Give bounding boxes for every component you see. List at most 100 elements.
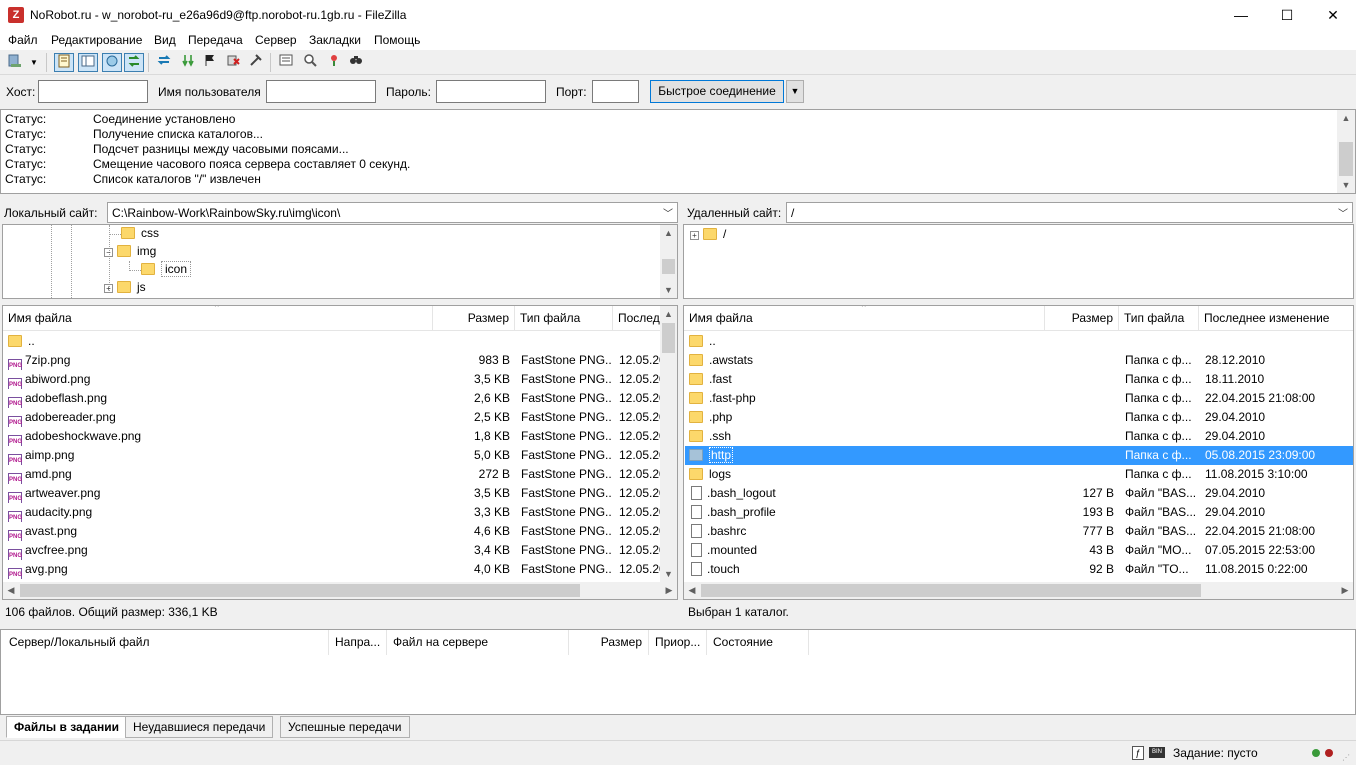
column-modified[interactable]: Послед xyxy=(613,306,660,331)
file-row[interactable]: .bashrc 777 B Файл "BAS... 22.04.2015 21:08… xyxy=(685,522,1353,541)
site-manager-icon[interactable] xyxy=(5,53,25,72)
menu-bookmarks[interactable]: Закладки xyxy=(309,33,361,47)
file-row[interactable]: logs Папка с ф... 11.08.2015 3:10:00 xyxy=(685,465,1353,484)
tab-failed-transfers[interactable]: Неудавшиеся передачи xyxy=(125,716,274,738)
file-row[interactable]: PNGamd.png 272 B FastStone PNG... 12.05.20 xyxy=(4,465,660,484)
column-filetype[interactable]: Тип файла xyxy=(1119,306,1199,331)
tree-item-root[interactable]: + / xyxy=(690,227,726,245)
file-row[interactable]: .php Папка с ф... 29.04.2010 xyxy=(685,408,1353,427)
local-tree-scrollbar[interactable]: ▲ ▼ xyxy=(660,225,677,298)
file-size xyxy=(1046,408,1114,427)
tree-item-icon[interactable]: icon xyxy=(141,261,192,280)
collapse-icon[interactable]: − xyxy=(104,248,113,257)
file-modified: 22.04.2015 21:08:00 xyxy=(1205,391,1316,405)
file-row[interactable]: PNG aimp.png 5,0 KB FastStone PNG... 12.05.2… xyxy=(4,446,660,465)
queue-column-direction[interactable]: Напра... xyxy=(329,630,387,655)
tree-item-css[interactable]: css xyxy=(121,226,159,244)
reconnect-icon[interactable] xyxy=(246,53,266,72)
toggle-local-tree-icon[interactable] xyxy=(78,53,98,72)
file-row[interactable]: PNG adobeshockwave.png 1,8 KB FastStone PNG… xyxy=(4,427,660,446)
file-row[interactable]: .awstats Папка с ф... 28.12.2010 xyxy=(685,351,1353,370)
directory-listing-filters-icon[interactable] xyxy=(276,53,296,72)
queue-column-local-file[interactable]: Сервер/Локальный файл xyxy=(3,630,329,655)
column-size[interactable]: Размер xyxy=(1045,306,1119,331)
directory-comparison-icon[interactable] xyxy=(300,53,320,72)
column-size[interactable]: Размер xyxy=(433,306,515,331)
search-remote-files-icon[interactable] xyxy=(346,53,366,72)
toggle-remote-tree-icon[interactable] xyxy=(102,53,122,72)
file-row[interactable]: .fast-php Папка с ф... 22.04.2015 21:08:00 xyxy=(685,389,1353,408)
cancel-operation-icon[interactable] xyxy=(200,53,220,72)
column-modified[interactable]: Последнее изменение xyxy=(1199,306,1353,331)
queue-column-remote-file[interactable]: Файл на сервере xyxy=(387,630,569,655)
file-row[interactable]: .bash_profile 193 B Файл "BAS... 29.04.2010 xyxy=(685,503,1353,522)
log-row: Статус: Смещение часового пояса сервера с… xyxy=(5,157,411,171)
resize-grip-icon[interactable]: ⋰ xyxy=(1342,753,1352,763)
queue-column-status[interactable]: Состояние xyxy=(707,630,809,655)
disconnect-icon[interactable] xyxy=(223,53,243,72)
menu-server[interactable]: Сервер xyxy=(255,33,297,47)
local-list-hscrollbar[interactable]: ◀ ▶ xyxy=(3,582,677,599)
remote-path-combobox[interactable]: / ﹀ xyxy=(786,202,1353,223)
file-row[interactable]: PNG avast.png 4,6 KB FastStone PNG... 12.05.… xyxy=(4,522,660,541)
expand-icon[interactable]: + xyxy=(104,284,113,293)
file-row[interactable]: PNGavg.png 4,0 KB FastStone PNG... 12.05.20 xyxy=(4,560,660,579)
process-queue-icon[interactable] xyxy=(178,53,198,72)
file-row[interactable]: .bash_logout 127 B Файл "BAS... 29.04.2010 xyxy=(685,484,1353,503)
toggle-message-log-icon[interactable] xyxy=(54,53,74,72)
tree-item-js[interactable]: + js xyxy=(104,280,146,298)
local-list-scrollbar[interactable]: ▲ ▼ xyxy=(660,306,677,582)
file-row[interactable]: .mounted 43 B Файл "MO... 07.05.2015 22:53:… xyxy=(685,541,1353,560)
refresh-icon[interactable] xyxy=(154,53,174,72)
remote-list-hscrollbar[interactable]: ◀ ▶ xyxy=(684,582,1353,599)
log-row: Статус: Подсчет разницы между часовыми по… xyxy=(5,142,349,156)
quickconnect-dropdown-icon[interactable]: ▼ xyxy=(786,80,804,103)
site-manager-dropdown-icon[interactable]: ▼ xyxy=(27,53,41,72)
toggle-transfer-queue-icon[interactable] xyxy=(124,53,144,72)
chevron-down-icon[interactable]: ﹀ xyxy=(663,205,673,220)
queue-column-size[interactable]: Размер xyxy=(569,630,649,655)
menu-file[interactable]: Файл xyxy=(8,33,38,47)
file-size xyxy=(1046,389,1114,408)
maximize-button[interactable]: ☐ xyxy=(1264,0,1310,31)
file-row[interactable]: PNG abiword.png 3,5 KB FastStone PNG... 12.0… xyxy=(4,370,660,389)
file-row[interactable]: PNG artweaver.png 3,5 KB FastStone PNG... 12… xyxy=(4,484,660,503)
password-input[interactable] xyxy=(436,80,546,103)
transfer-queue: Сервер/Локальный файл Напра... Файл на с… xyxy=(0,629,1356,715)
file-row[interactable]: PNG avcfree.png 3,4 KB FastStone PNG... 12.0… xyxy=(4,541,660,560)
file-row[interactable]: .touch 92 B Файл "TO... 11.08.2015 0:22:00 xyxy=(685,560,1353,579)
tab-successful-transfers[interactable]: Успешные передачи xyxy=(280,716,410,738)
menu-transfer[interactable]: Передача xyxy=(188,33,243,47)
expand-icon[interactable]: + xyxy=(690,231,699,240)
file-row[interactable]: PNG adobeflash.png 2,6 KB FastStone PNG... 1… xyxy=(4,389,660,408)
local-path-combobox[interactable]: C:\Rainbow-Work\RainbowSky.ru\img\icon\ … xyxy=(107,202,678,223)
synchronized-browsing-icon[interactable] xyxy=(324,53,344,72)
file-name: avcfree.png xyxy=(25,543,88,557)
tree-item-img[interactable]: − img xyxy=(104,244,156,262)
file-row[interactable]: PNG7zip.png 983 B FastStone PNG... 12.05.20 xyxy=(4,351,660,370)
tab-queued-files[interactable]: Файлы в задании xyxy=(6,716,127,738)
file-row[interactable]: .fast Папка с ф... 18.11.2010 xyxy=(685,370,1353,389)
minimize-button[interactable]: — xyxy=(1218,0,1264,31)
file-row[interactable]: .. xyxy=(4,332,660,351)
host-input[interactable] xyxy=(38,80,148,103)
file-row[interactable]: .. xyxy=(685,332,1353,351)
menu-view[interactable]: Вид xyxy=(154,33,176,47)
file-row[interactable]: .ssh Папка с ф... 29.04.2010 xyxy=(685,427,1353,446)
column-filetype[interactable]: Тип файла xyxy=(515,306,613,331)
port-input[interactable] xyxy=(592,80,639,103)
file-size xyxy=(1046,351,1114,370)
quickconnect-button[interactable]: Быстрое соединение xyxy=(650,80,784,103)
menu-edit[interactable]: Редактирование xyxy=(51,33,142,47)
chevron-down-icon[interactable]: ﹀ xyxy=(1338,205,1348,220)
queue-column-priority[interactable]: Приор... xyxy=(649,630,707,655)
file-row[interactable]: PNG audacity.png 3,3 KB FastStone PNG... 12.… xyxy=(4,503,660,522)
menu-help[interactable]: Помощь xyxy=(374,33,420,47)
username-input[interactable] xyxy=(266,80,376,103)
file-modified: 12.05.20 xyxy=(619,448,660,462)
close-button[interactable]: ✕ xyxy=(1310,0,1356,31)
log-scrollbar[interactable]: ▲ ▼ xyxy=(1337,110,1355,193)
file-row[interactable]: http Папка с ф... 05.08.2015 23:09:00 xyxy=(685,446,1353,465)
file-size: 3,5 KB xyxy=(473,372,510,386)
file-row[interactable]: PNG adobereader.png 2,5 KB FastStone PNG...… xyxy=(4,408,660,427)
